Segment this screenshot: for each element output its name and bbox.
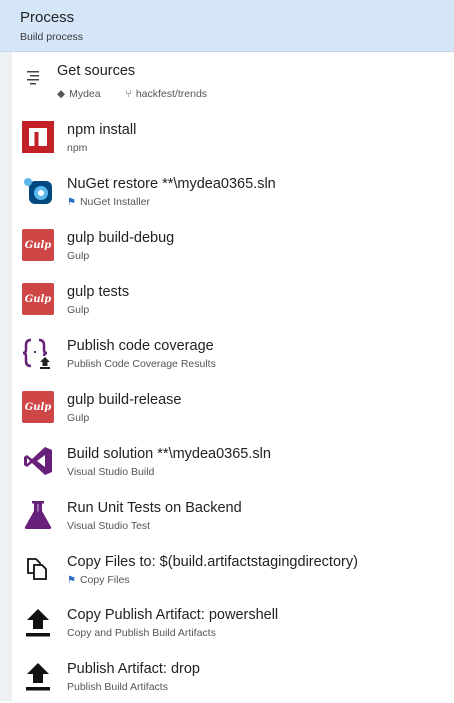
task-get-sources[interactable]: Get sources ◆ Mydea ⑂ hackfest/trends — [12, 57, 454, 109]
task-name: gulp build-debug — [67, 230, 175, 246]
task-gulp-tests[interactable]: Gulp gulp tests Gulp — [12, 274, 454, 326]
npm-icon — [22, 121, 54, 153]
task-copy-files[interactable]: Copy Files to: $(build.artifactstagingdi… — [12, 544, 454, 596]
source-meta: ◆ Mydea ⑂ hackfest/trends — [57, 88, 211, 100]
copy-files-icon — [27, 558, 47, 580]
task-build-solution[interactable]: Build solution **\mydea0365.sln Visual S… — [12, 436, 454, 488]
task-type: Copy Files — [79, 574, 130, 586]
task-name: Copy Files to: $(build.artifactstagingdi… — [67, 554, 358, 570]
code-coverage-icon — [22, 338, 50, 369]
gulp-icon: Gulp — [22, 391, 54, 423]
task-type: NuGet Installer — [79, 196, 150, 208]
task-name: gulp tests — [67, 284, 130, 300]
nuget-icon — [24, 178, 52, 204]
task-type: Publish Build Artifacts — [67, 681, 168, 693]
process-header[interactable]: Process Build process — [0, 0, 454, 52]
branch-icon: ⑂ — [125, 88, 132, 100]
task-type-line: ⚑ Copy Files — [67, 574, 130, 586]
task-type: Gulp — [67, 304, 90, 316]
get-sources-icon — [27, 71, 39, 85]
flag-icon: ⚑ — [67, 197, 76, 208]
task-nuget-restore[interactable]: NuGet restore **\mydea0365.sln ⚑ NuGet In… — [12, 166, 454, 218]
task-name: Get sources — [57, 63, 136, 79]
task-name: Build solution **\mydea0365.sln — [67, 446, 271, 462]
page-subtitle: Build process — [20, 31, 84, 43]
task-gulp-build-debug[interactable]: Gulp gulp build-debug Gulp — [12, 220, 454, 272]
branch-name: hackfest/trends — [135, 88, 208, 100]
task-name: NuGet restore **\mydea0365.sln — [67, 176, 276, 192]
upload-icon — [26, 609, 50, 637]
task-name: npm install — [67, 122, 137, 138]
page-title: Process — [20, 9, 75, 26]
flask-icon — [24, 501, 52, 529]
task-gulp-build-release[interactable]: Gulp gulp build-release Gulp — [12, 382, 454, 434]
task-copy-publish-artifact[interactable]: Copy Publish Artifact: powershell Copy a… — [12, 597, 454, 649]
task-type: npm — [67, 142, 88, 154]
repo-name: Mydea — [69, 88, 101, 100]
visual-studio-icon — [24, 447, 52, 475]
task-type: Publish Code Coverage Results — [67, 358, 216, 370]
task-type: Visual Studio Test — [67, 520, 151, 532]
task-name: Publish Artifact: drop — [67, 661, 200, 677]
task-type: Gulp — [67, 412, 90, 424]
gulp-icon: Gulp — [22, 229, 54, 261]
gulp-icon: Gulp — [22, 283, 54, 315]
task-name: Publish code coverage — [67, 338, 214, 354]
task-type: Copy and Publish Build Artifacts — [67, 627, 216, 639]
task-publish-artifact-drop[interactable]: Publish Artifact: drop Publish Build Art… — [12, 651, 454, 703]
task-type: Visual Studio Build — [67, 466, 155, 478]
left-gutter — [0, 52, 12, 701]
flag-icon: ⚑ — [67, 575, 76, 586]
task-name: Copy Publish Artifact: powershell — [67, 607, 279, 623]
task-type-line: ⚑ NuGet Installer — [67, 196, 150, 208]
task-publish-code-coverage[interactable]: Publish code coverage Publish Code Cover… — [12, 328, 454, 380]
task-name: gulp build-release — [67, 392, 182, 408]
task-npm-install[interactable]: npm install npm — [12, 112, 454, 164]
task-name: Run Unit Tests on Backend — [67, 500, 242, 516]
upload-icon — [26, 663, 50, 691]
git-repo-icon: ◆ — [57, 88, 66, 100]
task-type: Gulp — [67, 250, 90, 262]
task-run-unit-tests[interactable]: Run Unit Tests on Backend Visual Studio … — [12, 490, 454, 542]
